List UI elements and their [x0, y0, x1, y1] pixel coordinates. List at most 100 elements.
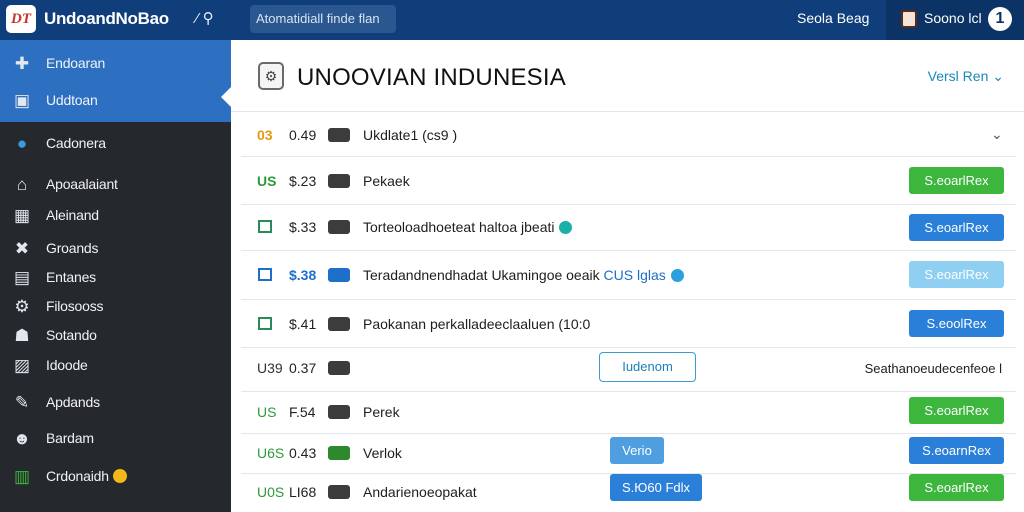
row-code: 03: [257, 127, 273, 143]
row-description: Ukdlate1 (cs9 ): [363, 127, 458, 143]
row-description: Perek: [363, 404, 400, 420]
row-price: 0.37: [289, 360, 317, 376]
row-action-button[interactable]: S.eoarlRex: [909, 261, 1004, 288]
top-nav-link[interactable]: Seola Beag: [797, 10, 869, 26]
chart-icon: ▥: [13, 467, 31, 486]
table-row[interactable]: 03 0.49 Ukdlate1 (cs9 ) ⌄: [241, 113, 1016, 157]
row-description: Paokanan perkalladeeclaaluen (10:0: [363, 316, 591, 332]
picture-icon: ▨: [13, 356, 31, 375]
sidebar-item-label: Sotando: [46, 327, 97, 343]
package-icon: [328, 446, 350, 460]
version-select[interactable]: Versl Ren ⌄: [928, 68, 1004, 85]
row-outline-button[interactable]: Iudenom: [599, 352, 696, 382]
table-row[interactable]: US F.54 Perek S.eoarlRex: [241, 392, 1016, 434]
row-description: Torteoloadhoeteat haltoa jbeati: [363, 219, 573, 235]
page-title: UNOOVIAN INDUNESIA: [297, 64, 566, 91]
grid-icon: ▦: [13, 206, 31, 225]
search-input[interactable]: Atomatidiall finde flan: [250, 5, 396, 33]
sidebar-item-apdands[interactable]: ✎ Apdands: [0, 385, 231, 419]
sidebar-item-label: Groands: [46, 240, 99, 256]
sidebar: ✚ Endoaran ▣ Uddtoan ● Cadonera ⌂ Apoaal…: [0, 40, 231, 512]
smiley-icon: [112, 469, 127, 483]
row-price: F.54: [289, 404, 316, 420]
package-icon: [328, 128, 350, 142]
user-avatar-icon: [901, 10, 917, 28]
row-code: US: [257, 173, 277, 189]
active-indicator: [221, 87, 231, 107]
row-action-button[interactable]: S.eoarlRex: [909, 167, 1004, 194]
row-checkbox[interactable]: [258, 317, 272, 330]
globe-icon: ●: [16, 134, 28, 153]
row-description: Pekaek: [363, 173, 410, 189]
sidebar-item-idoode[interactable]: ▨ Idoode: [0, 348, 231, 382]
sidebar-item-crdonaidh[interactable]: ▥ Crdonaidh: [0, 459, 231, 493]
status-dot-icon: [559, 221, 573, 234]
sidebar-item-label: Aleinand: [46, 207, 99, 223]
sidebar-item-label: Endoaran: [46, 55, 106, 71]
app-title: UndoandNoBao: [44, 9, 169, 28]
sidebar-item-label: Bardam: [46, 430, 94, 446]
row-price: $.23: [289, 173, 317, 189]
sidebar-item-label: Cadonera: [46, 135, 106, 151]
sidebar-item-label: Crdonaidh: [46, 468, 127, 484]
status-dot-icon: [670, 269, 684, 282]
user-menu[interactable]: Soono lcl 1: [886, 0, 1024, 40]
row-price: 0.43: [289, 445, 317, 461]
row-description: Teradandnendhadat Ukamingoe oeaik CUS lg…: [363, 267, 684, 283]
package-icon: [328, 485, 350, 499]
table-row[interactable]: US $.23 Pekaek S.eoarlRex: [241, 157, 1016, 205]
sidebar-item-label: Apoaalaiant: [46, 176, 118, 192]
package-icon: [328, 174, 350, 188]
table-row[interactable]: U0S LI68 Andarienoeopakat S.Ю60 Fdlx S.e…: [241, 474, 1016, 512]
sidebar-item-endoaran[interactable]: ✚ Endoaran: [0, 46, 231, 80]
people-icon: ☗: [14, 326, 30, 345]
table-row[interactable]: $.38 Teradandnendhadat Ukamingoe oeaik C…: [241, 251, 1016, 300]
row-price: $.41: [289, 316, 317, 332]
package-icon: [328, 317, 350, 331]
row-checkbox[interactable]: [258, 268, 272, 281]
row-code: U0S: [257, 484, 285, 500]
row-secondary-button[interactable]: S.Ю60 Fdlx: [610, 474, 702, 501]
sidebar-item-apoaalaiant[interactable]: ⌂ Apoaalaiant: [0, 167, 231, 201]
sidebar-item-label: Uddtoan: [46, 92, 98, 108]
package-icon: [328, 268, 350, 282]
table-row[interactable]: U39 0.37 Iudenom Seathanoeudecenfeoe l: [241, 348, 1016, 392]
package-icon: [328, 405, 350, 419]
chevron-down-icon[interactable]: ⌄: [991, 126, 1003, 143]
folder-icon: ▤: [13, 268, 31, 287]
sidebar-item-label: Apdands: [46, 394, 100, 410]
table-row[interactable]: $.41 Paokanan perkalladeeclaaluen (10:0 …: [241, 300, 1016, 348]
user-name: Soono lcl: [924, 10, 982, 26]
sidebar-item-aleinand[interactable]: ▦ Aleinand: [0, 198, 231, 232]
page-header: ⚙ UNOOVIAN INDUNESIA Versl Ren ⌄: [231, 40, 1024, 112]
row-action-button[interactable]: S.eoolRex: [909, 310, 1004, 337]
table-row[interactable]: U6S 0.43 Verlok Verio S.eoarnRex: [241, 434, 1016, 474]
sidebar-item-sotando[interactable]: ☗ Sotando: [0, 318, 231, 352]
row-code: U6S: [257, 445, 285, 461]
main-panel: ⚙ UNOOVIAN INDUNESIA Versl Ren ⌄ 03 0.49…: [231, 40, 1024, 512]
sidebar-item-label: Idoode: [46, 357, 88, 373]
sidebar-item-cadonera[interactable]: ● Cadonera: [0, 126, 231, 160]
row-checkbox[interactable]: [258, 220, 272, 233]
edit-search-tools-icon[interactable]: ⁄ ⚲: [196, 9, 214, 27]
row-action-button[interactable]: S.eoarlRex: [909, 214, 1004, 241]
user-icon: ☻: [13, 429, 31, 448]
sidebar-item-uddtoan[interactable]: ▣ Uddtoan: [0, 83, 231, 117]
sidebar-item-bardam[interactable]: ☻ Bardam: [0, 421, 231, 455]
row-action-button[interactable]: S.eoarnRex: [909, 437, 1004, 464]
table-row[interactable]: $.33 Torteoloadhoeteat haltoa jbeati S.e…: [241, 205, 1016, 251]
row-code: US: [257, 404, 277, 420]
gear-icon: ⚙: [14, 297, 30, 316]
row-link[interactable]: CUS lglas: [604, 267, 666, 283]
row-action-button[interactable]: S.eoarlRex: [909, 397, 1004, 424]
package-icon: ⚙: [258, 62, 284, 90]
row-description: Andarienoeopakat: [363, 484, 477, 500]
row-action-button[interactable]: S.eoarlRex: [909, 474, 1004, 501]
app-logo[interactable]: DT: [6, 5, 36, 33]
row-secondary-button[interactable]: Verio: [610, 437, 664, 464]
circle-x-icon: ✖: [14, 239, 30, 258]
top-bar: DT UndoandNoBao ⁄ ⚲ Atomatidiall finde f…: [0, 0, 1024, 40]
sidebar-item-label: Entanes: [46, 269, 96, 285]
home-icon: ⌂: [16, 175, 28, 194]
notification-badge[interactable]: 1: [988, 7, 1012, 31]
